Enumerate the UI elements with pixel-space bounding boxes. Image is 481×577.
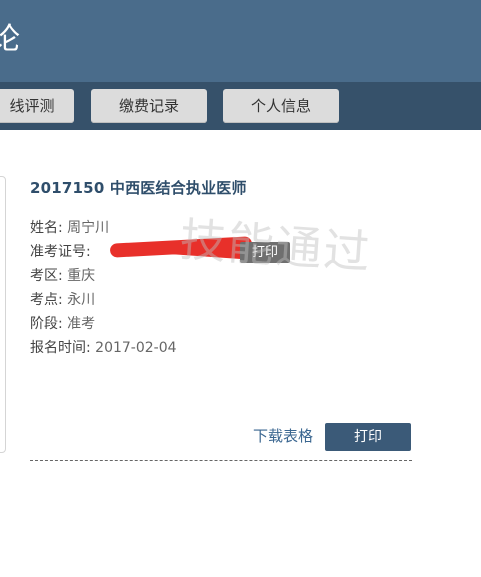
tab-online-evaluation[interactable]: 线评测	[0, 89, 74, 123]
field-value: 2017-02-04	[95, 340, 177, 356]
field-stage: 阶段: 准考	[30, 314, 95, 334]
field-label: 考区:	[30, 268, 63, 284]
tab-payment-records[interactable]: 缴费记录	[91, 89, 207, 123]
field-label: 姓名:	[30, 220, 63, 236]
field-label: 报名时间:	[30, 340, 91, 356]
left-card-edge	[0, 176, 6, 453]
field-exam-site: 考点: 永川	[30, 290, 95, 310]
field-value: 周宁川	[67, 220, 110, 236]
nav-bar: 线评测 缴费记录 个人信息	[0, 82, 481, 130]
field-label: 阶段:	[30, 316, 63, 332]
field-value: 重庆	[67, 268, 96, 284]
field-value: 准考	[67, 316, 96, 332]
field-label: 准考证号:	[30, 244, 91, 260]
field-label: 考点:	[30, 292, 63, 308]
exam-title: 2017150 中西医结合执业医师	[30, 179, 247, 197]
field-exam-area: 考区: 重庆	[30, 266, 95, 286]
print-button[interactable]: 打印	[325, 423, 411, 451]
field-ticket-number: 准考证号:	[30, 242, 91, 262]
inline-print-button[interactable]: 打印	[240, 242, 290, 263]
tab-personal-info[interactable]: 个人信息	[223, 89, 339, 123]
field-registration-time: 报名时间: 2017-02-04	[30, 338, 177, 358]
app-header: 论	[0, 0, 481, 82]
field-value: 永川	[67, 292, 96, 308]
download-form-link[interactable]: 下载表格	[253, 425, 313, 446]
header-title: 论	[0, 22, 20, 57]
field-name: 姓名: 周宁川	[30, 218, 109, 238]
dashed-divider	[30, 460, 412, 461]
